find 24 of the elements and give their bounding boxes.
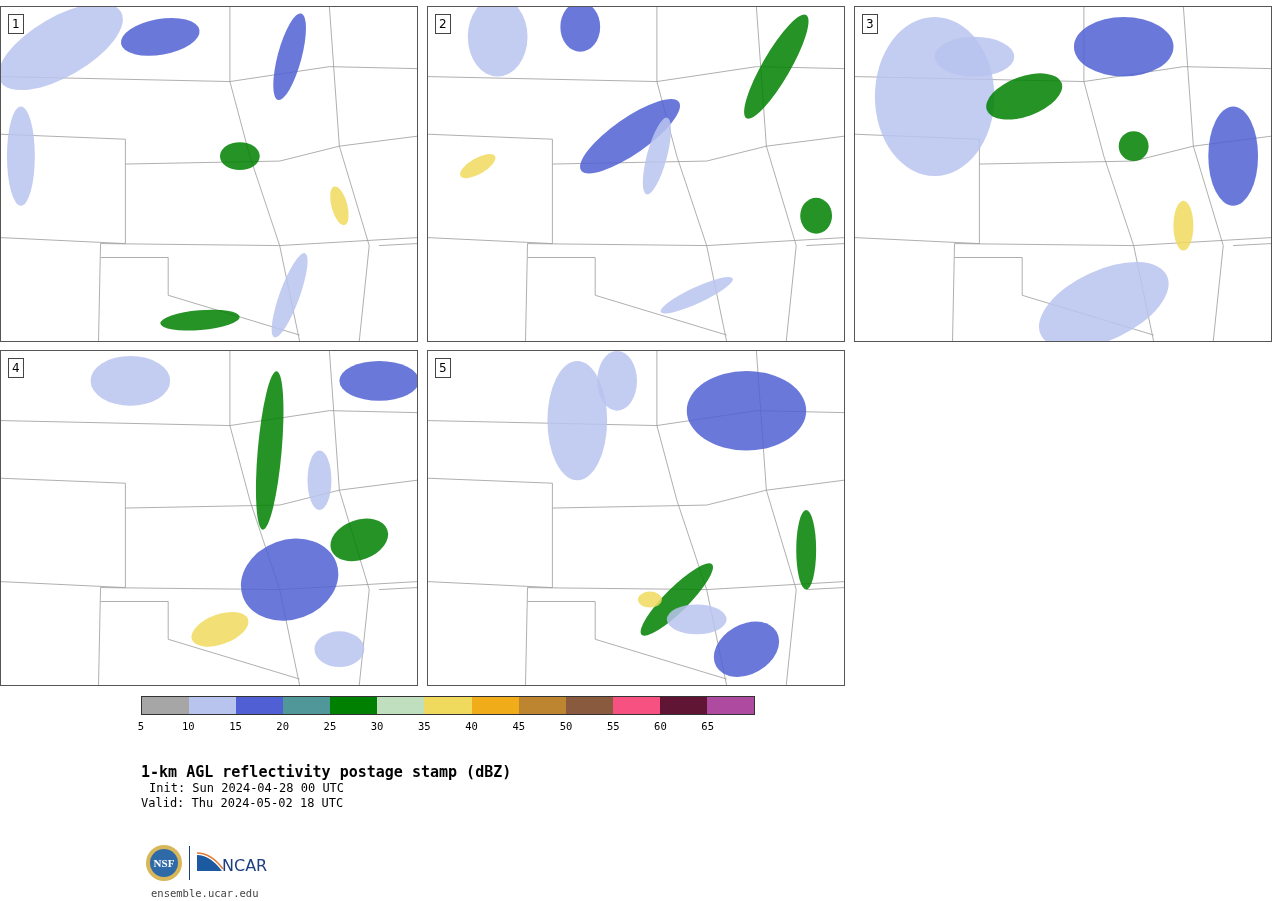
tick-label: 65: [701, 719, 714, 734]
panel-number: 1: [8, 14, 24, 34]
init-time: Init: Sun 2024-04-28 00 UTC: [148, 781, 346, 796]
website-link[interactable]: ensemble.ucar.edu: [151, 887, 259, 899]
tick-label: 55: [606, 719, 620, 734]
chart-title: 1-km AGL reflectivity postage stamp (dBZ): [141, 764, 513, 781]
nsf-logo: NSF: [145, 844, 183, 882]
panel-number: 2: [435, 14, 451, 34]
tick-label: 35: [418, 719, 431, 734]
tick-label: 20: [276, 719, 289, 734]
tick-label: 45: [512, 719, 526, 734]
valid-time: Valid: Thu 2024-05-02 18 UTC: [141, 796, 345, 811]
tick-label: 10: [181, 719, 195, 734]
tick-label: 30: [370, 719, 384, 734]
tick-label: 25: [323, 719, 337, 734]
tick-label: 50: [559, 719, 573, 734]
ncar-logo: NCAR: [196, 851, 270, 875]
tick-label: 60: [654, 719, 667, 734]
tick-label: 40: [465, 719, 478, 734]
tick-label: 5: [137, 719, 145, 734]
panel-number: 3: [862, 14, 878, 34]
tick-label: 15: [229, 719, 242, 734]
panel-number: 4: [8, 358, 24, 378]
panel-number: 5: [435, 358, 451, 378]
